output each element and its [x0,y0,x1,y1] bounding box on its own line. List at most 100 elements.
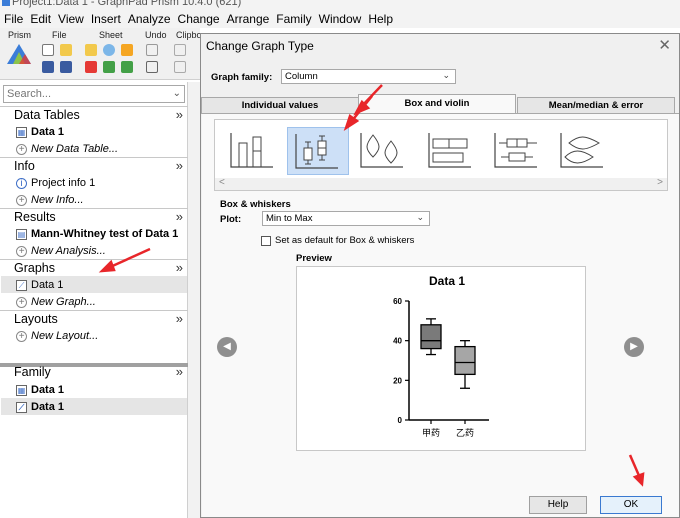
sidebar-item-project-info[interactable]: i Project info 1 [16,175,95,191]
item-label: New Data Table... [31,143,119,155]
new-sheet-icon[interactable] [85,44,97,56]
redo-icon[interactable] [146,61,158,73]
close-icon[interactable]: ✕ [658,36,671,54]
results-icon: ▤ [16,228,27,240]
horizontal-box-and-whiskers-icon [494,133,537,168]
section-family[interactable]: Family » [0,364,188,382]
expand-icon[interactable]: » [176,260,183,275]
graph-icon: ⟋ [16,279,27,291]
family-item-data-table[interactable]: ▦ Data 1 [16,382,64,398]
scroll-right-icon[interactable]: > [657,177,663,188]
section-title: Graphs [14,261,55,275]
table-icon: ▦ [16,384,27,396]
sidebar-item-new-data-table[interactable]: + New Data Table... [16,141,118,157]
section-data-tables[interactable]: Data Tables » [0,106,188,124]
chevron-down-icon[interactable]: ⌄ [173,88,181,99]
tab-individual-values[interactable]: Individual values [201,97,359,114]
sidebar-item-data-table-1[interactable]: ▦ Data 1 [16,124,64,140]
chart-title: Data 1 [429,274,465,288]
box [454,345,476,376]
ok-button[interactable]: OK [600,496,662,514]
expand-icon[interactable]: » [176,364,183,379]
menu-insert[interactable]: Insert [91,12,121,26]
help-button[interactable]: Help [529,496,587,514]
default-checkbox[interactable] [261,235,271,246]
gallery-item-horizontal-violin[interactable] [553,127,615,175]
section-info[interactable]: Info » [0,157,188,175]
menu-edit[interactable]: Edit [30,12,51,26]
section-layouts[interactable]: Layouts » [0,310,188,328]
menu-file[interactable]: File [4,12,23,26]
scroll-left-icon[interactable]: < [219,177,225,188]
tab-mean-median-error[interactable]: Mean/median & error [517,97,675,114]
default-checkbox-row[interactable]: Set as default for Box & whiskers [261,235,414,246]
sidebar-item-new-info[interactable]: + New Info... [16,192,84,208]
gallery-item-box-plot[interactable] [223,127,285,175]
menu-view[interactable]: View [58,12,84,26]
horizontal-violin-icon [560,133,603,168]
menu-change[interactable]: Change [178,12,220,26]
copy-icon[interactable] [174,61,186,73]
sidebar-item-new-layout[interactable]: + New Layout... [16,328,98,344]
open-folder-icon[interactable] [60,44,72,56]
add-sheet-icon[interactable] [103,61,115,73]
gallery-item-box-and-whiskers[interactable] [287,127,349,175]
sidebar-scrollbar[interactable] [188,82,200,518]
search-box[interactable]: ⌄ [3,85,185,103]
menu-window[interactable]: Window [319,12,362,26]
plot-select[interactable]: Min to Max ⌄ [262,211,430,226]
delete-sheet-icon[interactable] [85,61,97,73]
expand-icon[interactable]: » [176,107,183,122]
menu-arrange[interactable]: Arrange [227,12,270,26]
section-graphs[interactable]: Graphs » [0,259,188,277]
y-tick-label: 20 [393,376,402,385]
item-label: New Layout... [31,330,99,342]
prism-home-icon[interactable] [5,42,33,66]
wand-icon[interactable] [121,44,133,56]
gallery-item-horizontal-box-and-whiskers[interactable] [487,127,549,175]
sidebar-item-new-graph[interactable]: + New Graph... [16,294,96,310]
section-title: Layouts [14,312,58,326]
x-tick-label: 甲药 [422,428,440,439]
dialog-title: Change Graph Type [206,39,314,53]
item-label: New Info... [31,194,84,206]
preview-chart: Data 1 0 20 40 60 甲药 乙药 [393,274,489,439]
ribbon-group-clipboard: Clipbo [176,30,202,40]
search-input[interactable] [4,86,164,102]
gallery-scrollbar[interactable]: < > [215,177,667,190]
sidebar-item-graph-data-1[interactable]: ⟋ Data 1 [16,277,63,293]
info-icon: i [16,177,27,189]
item-label: New Graph... [31,296,96,308]
sidebar-item-new-analysis[interactable]: + New Analysis... [16,243,106,259]
cut-icon[interactable] [174,44,186,56]
family-item-graph[interactable]: ⟋ Data 1 [16,399,64,415]
save-icon[interactable] [42,61,54,73]
tab-box-and-violin[interactable]: Box and violin [358,94,516,114]
previous-button[interactable]: ◀ [217,337,237,357]
change-graph-type-dialog: Change Graph Type ✕ Graph family: Column… [200,33,680,518]
menu-help[interactable]: Help [368,12,393,26]
save-as-icon[interactable] [60,61,72,73]
plot-value: Min to Max [266,213,313,224]
expand-icon[interactable]: » [176,158,183,173]
add-table-icon[interactable] [121,61,133,73]
menu-analyze[interactable]: Analyze [128,12,171,26]
graph-family-select[interactable]: Column ⌄ [281,69,456,84]
graph-icon: ⟋ [16,401,27,413]
gallery-item-violin[interactable] [353,127,415,175]
ribbon-group-file: File [52,30,67,40]
preview-label: Preview [296,253,332,264]
snowflake-icon[interactable] [103,44,115,56]
menu-family[interactable]: Family [276,12,311,26]
add-icon: + [16,194,27,206]
new-file-icon[interactable] [42,44,54,56]
section-results[interactable]: Results » [0,208,188,226]
undo-icon[interactable] [146,44,158,56]
expand-icon[interactable]: » [176,209,183,224]
item-label: Data 1 [31,279,64,291]
add-icon: + [16,296,27,308]
expand-icon[interactable]: » [176,311,183,326]
next-button[interactable]: ▶ [624,337,644,357]
gallery-item-horizontal-box[interactable] [421,127,483,175]
sidebar-item-mann-whitney[interactable]: ▤ Mann-Whitney test of Data 1 [16,226,178,242]
